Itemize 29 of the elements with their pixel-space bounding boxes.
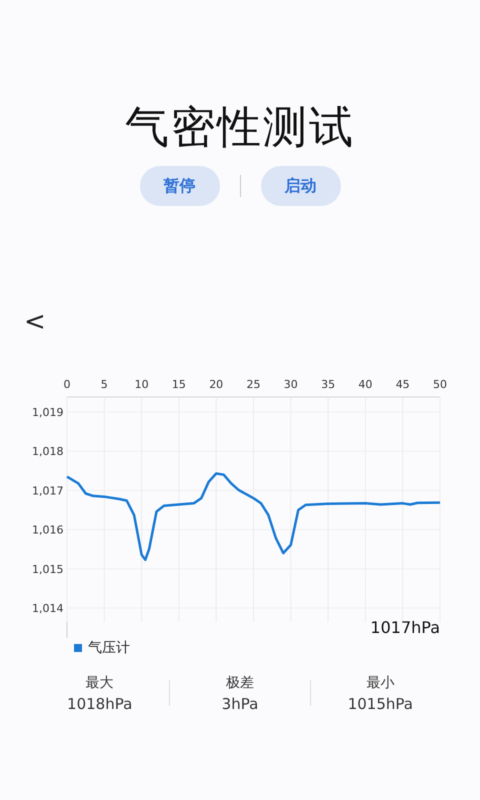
stat-value: 1018hPa: [67, 694, 132, 714]
stat-label: 最大: [86, 674, 114, 693]
control-button[interactable]: 暂停: [140, 166, 220, 206]
x-axis-label: 20: [209, 378, 224, 391]
stat-label: 最小: [366, 674, 394, 693]
y-axis-label: 1,018: [32, 445, 64, 458]
y-axis-label: 1,014: [32, 602, 64, 615]
back-button[interactable]: <: [20, 308, 50, 336]
x-axis-label: 45: [396, 378, 410, 391]
x-axis-label: 5: [100, 378, 108, 391]
legend-label: 气压计: [88, 639, 130, 657]
x-axis-label: 40: [358, 378, 372, 391]
control-button[interactable]: 启动: [260, 166, 340, 206]
current-reading: 1017hPa: [370, 618, 440, 637]
stat-value: 1015hPa: [348, 694, 413, 714]
y-axis-label: 1,016: [32, 524, 64, 537]
stat-value: 3hPa: [222, 694, 258, 714]
x-axis-label: 10: [134, 378, 149, 391]
x-axis-label: 25: [246, 378, 260, 391]
y-axis-label: 1,015: [32, 562, 64, 576]
stat-label: 极差: [226, 674, 254, 693]
page-title: 气密性测试: [124, 101, 356, 155]
x-axis-label: 15: [172, 378, 186, 391]
y-axis-label: 1,017: [32, 484, 64, 498]
x-axis-label: 50: [433, 378, 447, 391]
x-axis-label: 35: [321, 378, 336, 391]
y-axis-label: 1,019: [32, 406, 64, 419]
x-axis-label: 30: [284, 378, 298, 391]
x-axis-label: 0: [64, 378, 70, 391]
